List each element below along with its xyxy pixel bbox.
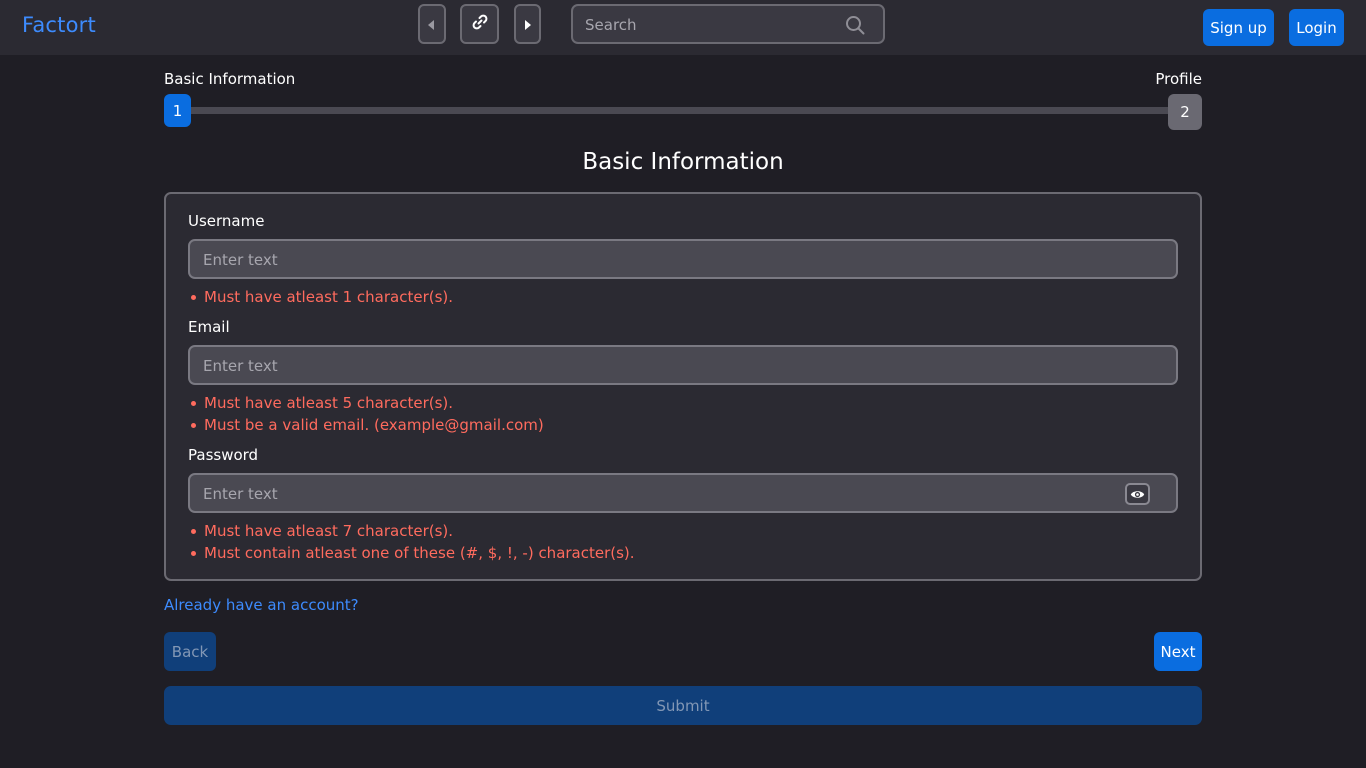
email-field-wrapper [188, 345, 1178, 385]
email-input[interactable] [203, 355, 1103, 377]
search-input[interactable] [585, 14, 835, 36]
step-2-indicator[interactable]: 2 [1168, 94, 1202, 130]
password-field-wrapper [188, 473, 1178, 513]
form-card: Username Must have atleast 1 character(s… [164, 192, 1202, 581]
already-have-account-link[interactable]: Already have an account? [164, 596, 359, 614]
brand-logo[interactable]: Factort [22, 13, 96, 37]
caret-right-icon [524, 15, 532, 34]
password-errors: Must have atleast 7 character(s). Must c… [190, 520, 635, 564]
back-button[interactable]: Back [164, 632, 216, 671]
password-input[interactable] [203, 483, 1103, 505]
form-title: Basic Information [582, 149, 784, 175]
password-label: Password [188, 446, 259, 464]
email-errors: Must have atleast 5 character(s). Must b… [190, 392, 544, 436]
link-icon [471, 13, 489, 35]
email-label: Email [188, 318, 230, 336]
error-message: Must have atleast 5 character(s). [190, 392, 544, 414]
caret-left-icon [428, 15, 436, 34]
search-icon[interactable] [845, 15, 865, 39]
step-1-label: Basic Information [164, 70, 296, 88]
username-input[interactable] [203, 249, 1103, 271]
step-2-label: Profile [1155, 70, 1202, 88]
eye-icon [1130, 485, 1145, 504]
stepper-track [176, 107, 1186, 114]
username-field-wrapper [188, 239, 1178, 279]
previous-button[interactable] [418, 4, 446, 44]
username-label: Username [188, 212, 265, 230]
forward-button[interactable] [514, 4, 541, 44]
next-button[interactable]: Next [1154, 632, 1202, 671]
submit-button[interactable]: Submit [164, 686, 1202, 725]
login-button[interactable]: Login [1289, 9, 1344, 46]
error-message: Must contain atleast one of these (#, $,… [190, 542, 635, 564]
toggle-password-visibility-button[interactable] [1125, 483, 1150, 505]
username-errors: Must have atleast 1 character(s). [190, 286, 453, 308]
step-1-indicator[interactable]: 1 [164, 94, 191, 127]
error-message: Must have atleast 1 character(s). [190, 286, 453, 308]
search-box [571, 4, 885, 44]
error-message: Must be a valid email. (example@gmail.co… [190, 414, 544, 436]
link-button[interactable] [460, 4, 499, 44]
signup-button[interactable]: Sign up [1203, 9, 1274, 46]
navbar: Factort Sign up Login [0, 0, 1366, 55]
error-message: Must have atleast 7 character(s). [190, 520, 635, 542]
